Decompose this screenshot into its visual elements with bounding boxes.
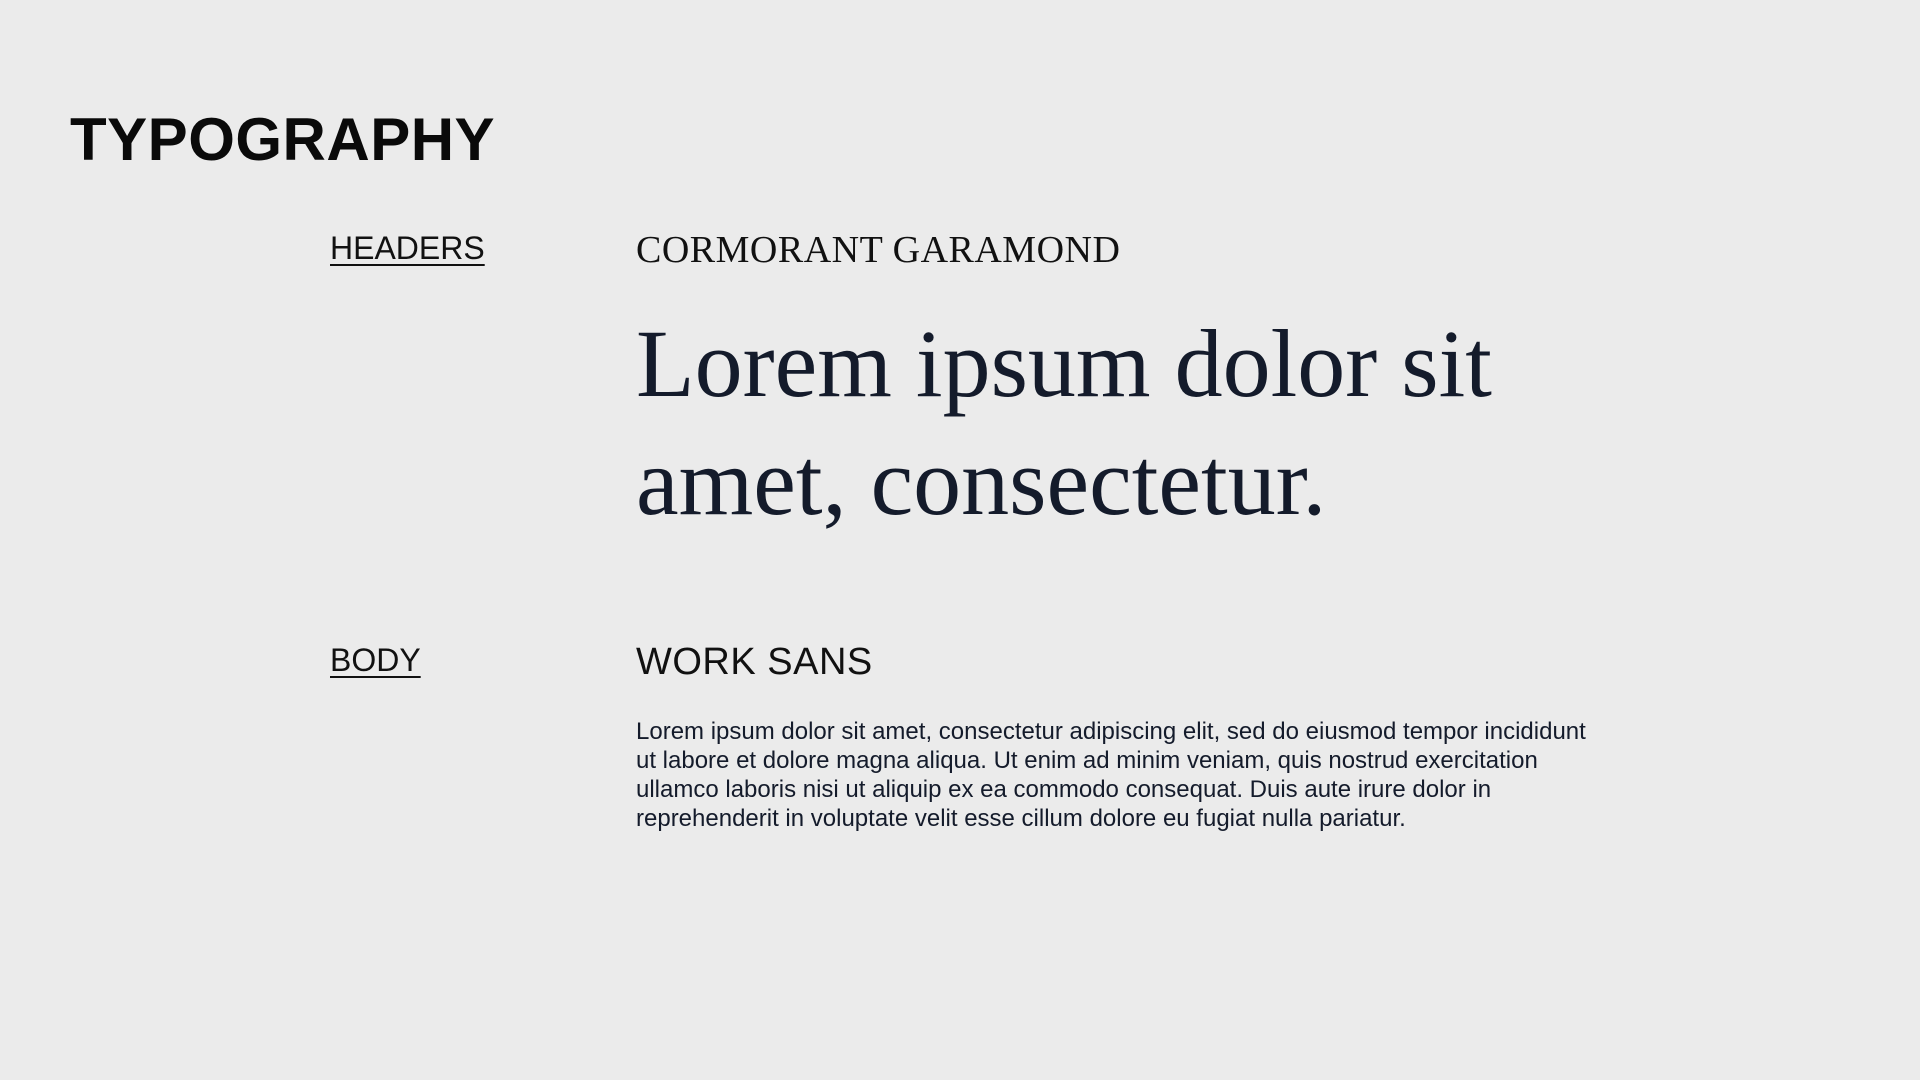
headers-font-name: CORMORANT GARAMOND <box>636 229 1121 271</box>
body-sample-text: Lorem ipsum dolor sit amet, consectetur … <box>636 718 1586 832</box>
body-label: BODY <box>330 642 421 678</box>
headers-label: HEADERS <box>330 230 485 266</box>
headers-sample-text: Lorem ipsum dolor sit amet, consectetur. <box>636 310 1492 535</box>
body-font-name: WORK SANS <box>636 641 873 683</box>
page-title: TYPOGRAPHY <box>70 106 496 173</box>
